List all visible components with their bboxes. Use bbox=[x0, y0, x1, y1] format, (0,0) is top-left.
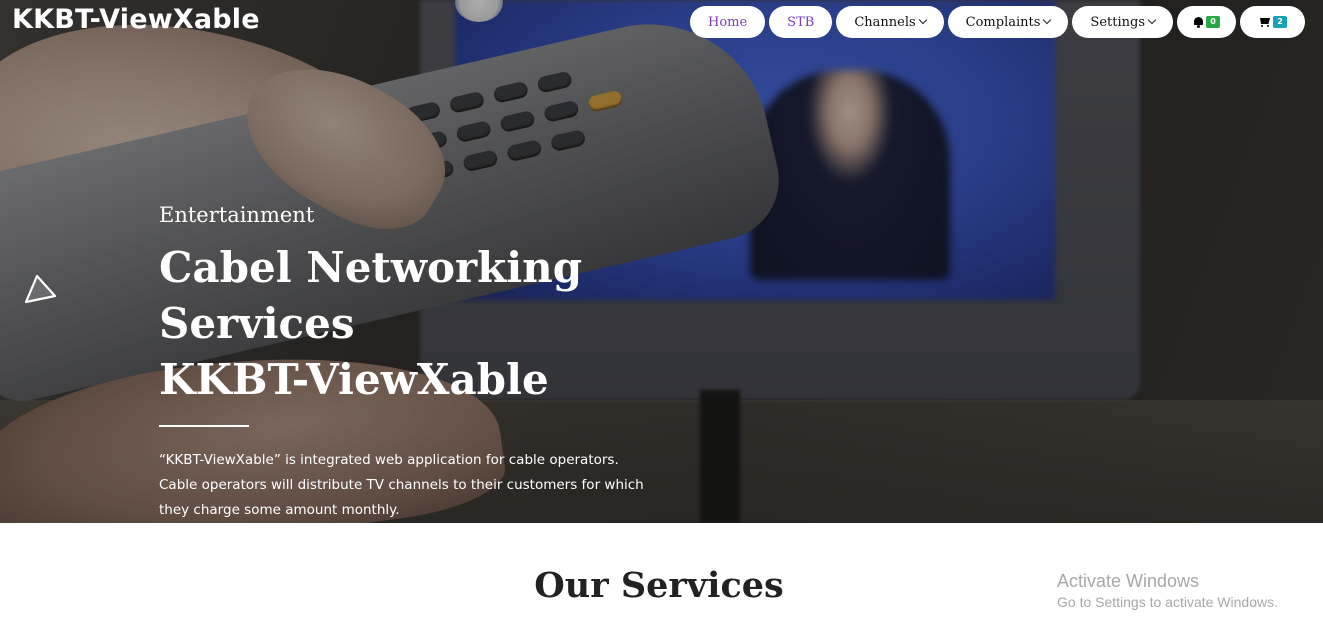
nav-stb-label: STB bbox=[787, 14, 815, 30]
main-nav: Home STB Channels Complaints Settings 0 … bbox=[689, 6, 1305, 38]
hero-title-line: Cabel Networking bbox=[159, 243, 583, 292]
triangle-left-arrow-icon[interactable] bbox=[22, 272, 58, 308]
nav-complaints-label: Complaints bbox=[965, 14, 1041, 30]
nav-stb[interactable]: STB bbox=[769, 6, 833, 38]
cart-button[interactable]: 2 bbox=[1240, 6, 1305, 38]
nav-home[interactable]: Home bbox=[689, 6, 766, 38]
chevron-down-icon bbox=[918, 15, 927, 25]
nav-settings-label: Settings bbox=[1090, 14, 1145, 30]
nav-channels-dropdown[interactable]: Channels bbox=[836, 6, 944, 38]
notifications-count-badge: 0 bbox=[1206, 16, 1220, 28]
nav-settings-dropdown[interactable]: Settings bbox=[1072, 6, 1173, 38]
hero-title-line: KKBT-ViewXable bbox=[159, 355, 549, 404]
watermark-subtitle: Go to Settings to activate Windows. bbox=[1057, 594, 1278, 610]
nav-home-label: Home bbox=[707, 14, 748, 30]
hero-title: Cabel Networking Services KKBT-ViewXable bbox=[159, 240, 719, 408]
chevron-down-icon bbox=[1043, 15, 1052, 25]
nav-complaints-dropdown[interactable]: Complaints bbox=[947, 6, 1069, 38]
hero-title-line: Services bbox=[159, 299, 355, 348]
bell-icon bbox=[1193, 16, 1204, 28]
notifications-button[interactable]: 0 bbox=[1177, 6, 1236, 38]
brand-logo[interactable]: KKBT-ViewXable bbox=[12, 4, 260, 35]
watermark-title: Activate Windows bbox=[1057, 571, 1200, 591]
cart-count-badge: 2 bbox=[1273, 16, 1287, 28]
nav-channels-label: Channels bbox=[854, 14, 916, 30]
hero-divider bbox=[159, 425, 249, 427]
chevron-down-icon bbox=[1147, 15, 1157, 25]
windows-activation-watermark: Activate Windows Go to Settings to activ… bbox=[1057, 570, 1278, 612]
hero-banner: Entertainment Cabel Networking Services … bbox=[0, 0, 1323, 523]
hero-description: “KKBT-ViewXable” is integrated web appli… bbox=[159, 452, 644, 518]
cart-icon bbox=[1258, 16, 1271, 28]
hero-subtitle: Entertainment bbox=[159, 203, 315, 227]
